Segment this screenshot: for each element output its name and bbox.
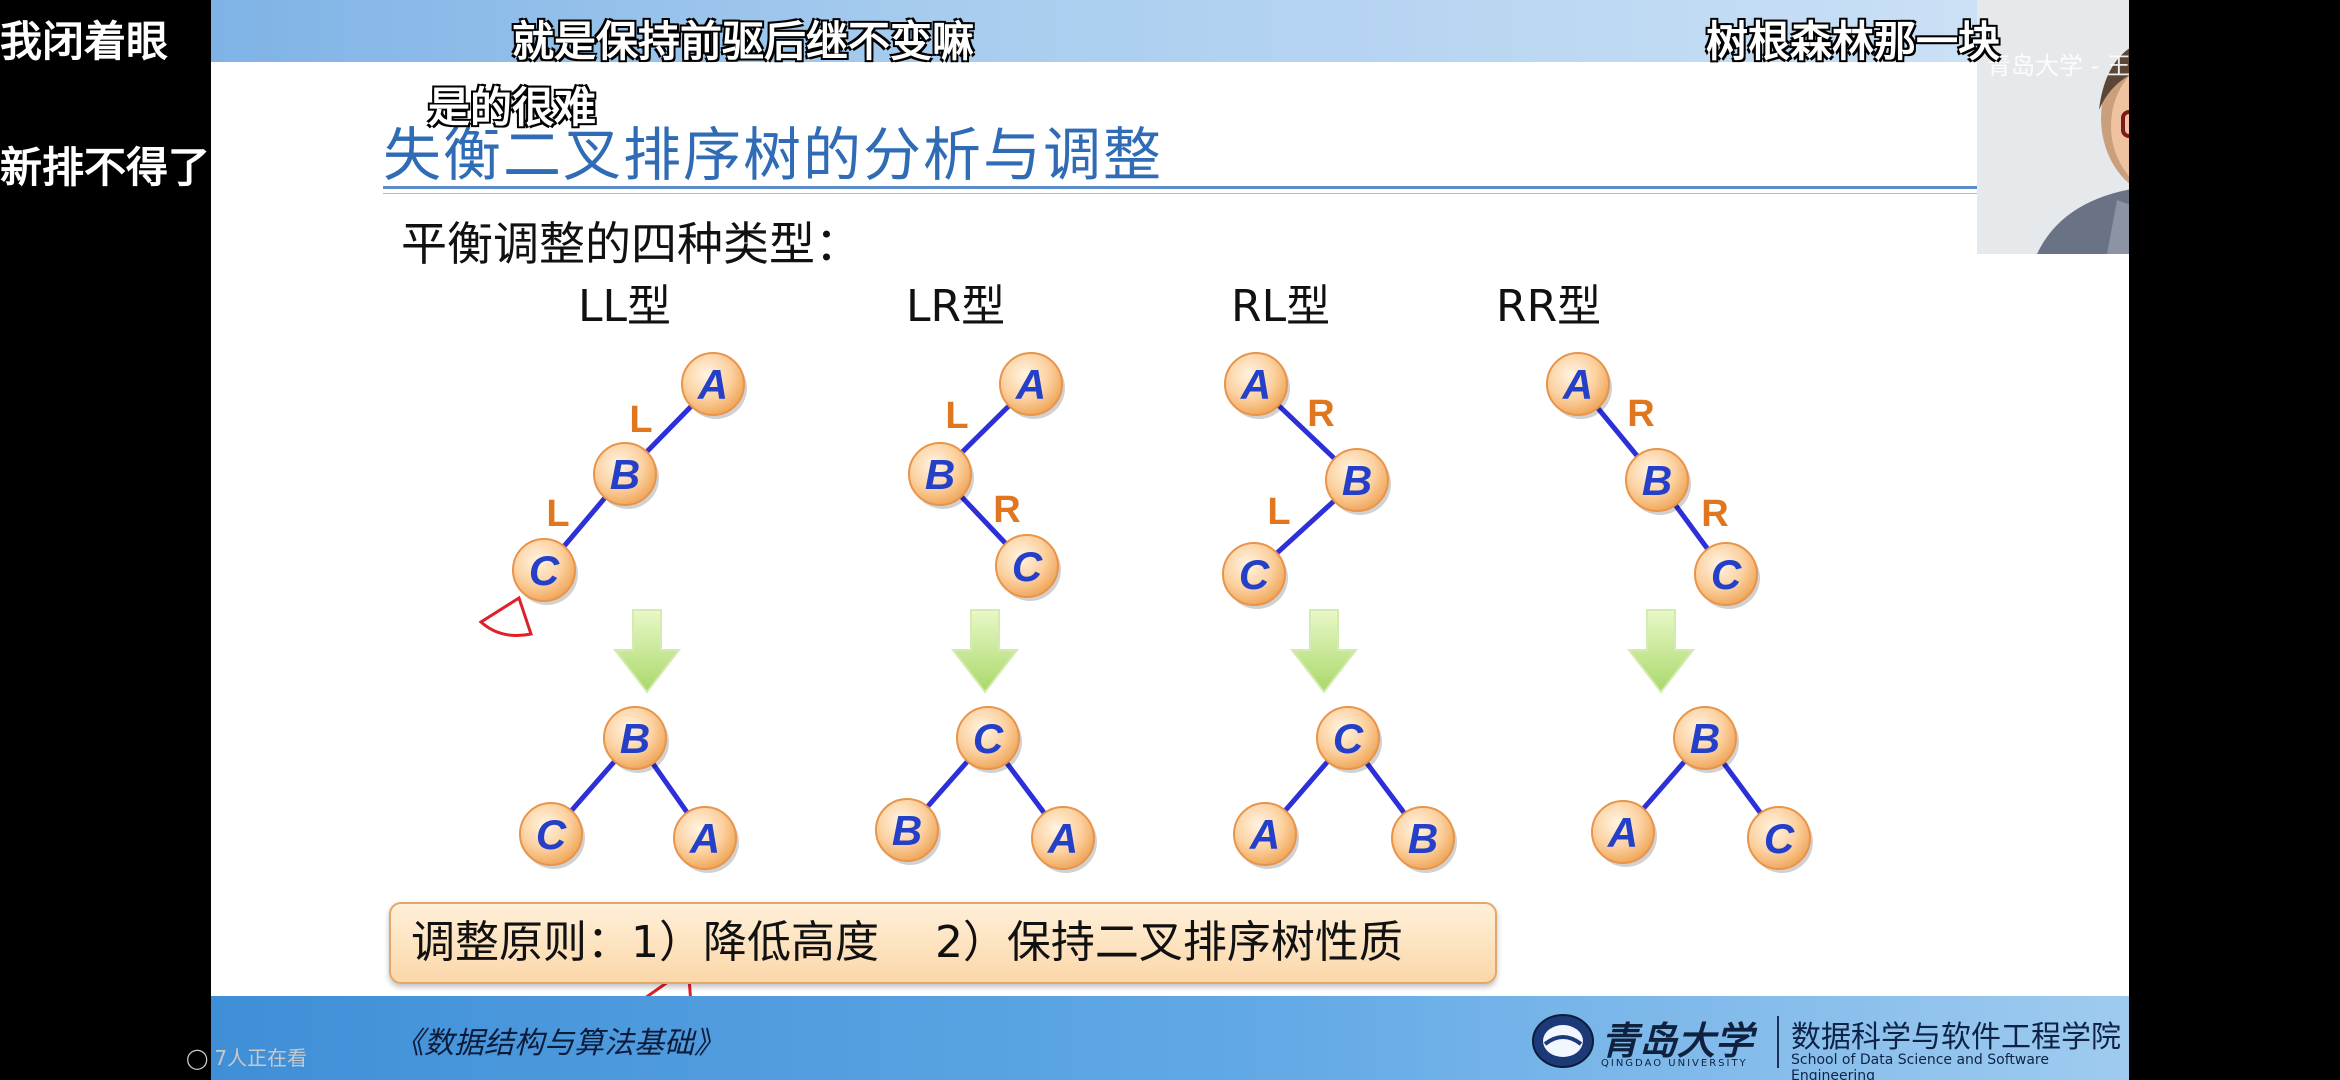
svg-text:B: B xyxy=(1408,815,1438,862)
danmaku-comment: 树根森林那一块 xyxy=(1706,17,2001,66)
svg-text:C: C xyxy=(536,811,567,858)
university-emblem-icon xyxy=(1532,1014,1594,1068)
svg-text:B: B xyxy=(1690,715,1720,762)
edge-direction-label: L xyxy=(546,493,569,535)
svg-text:B: B xyxy=(1642,457,1672,504)
school-name-cn: 数据科学与软件工程学院 xyxy=(1791,1020,2121,1055)
university-name-en: QINGDAO UNIVERSITY xyxy=(1601,1058,1748,1069)
tree-node: C xyxy=(519,802,585,869)
svg-text:C: C xyxy=(1012,543,1043,590)
university-name: 青岛大学 xyxy=(1601,1018,1754,1063)
svg-text:A: A xyxy=(1607,809,1638,856)
svg-text:A: A xyxy=(1562,361,1593,408)
tree-node: B xyxy=(875,798,941,865)
tree-node: A xyxy=(1233,802,1299,869)
tree-node: B xyxy=(1625,448,1691,515)
tree-node: A xyxy=(999,352,1065,419)
svg-text:A: A xyxy=(1015,361,1046,408)
svg-text:A: A xyxy=(1047,815,1078,862)
viewer-count: ◯ 7人正在看 xyxy=(186,1042,307,1071)
svg-text:C: C xyxy=(1333,715,1364,762)
viewers-icon: ◯ xyxy=(186,1046,209,1070)
danmaku-comment: 就是保持前驱后继不变嘛 xyxy=(512,17,975,66)
tree-node: B xyxy=(1391,806,1457,873)
danmaku-comment: 是的很难 xyxy=(428,83,597,132)
svg-text:B: B xyxy=(620,715,650,762)
svg-text:C: C xyxy=(1711,551,1742,598)
svg-text:B: B xyxy=(1342,457,1372,504)
school-name-en: School of Data Science and Software Engi… xyxy=(1791,1052,2049,1080)
rotation-arrow-icon xyxy=(1626,609,1696,694)
tree-node: C xyxy=(1747,806,1813,873)
university-logo-area: 青岛大学 QINGDAO UNIVERSITY 数据科学与软件工程学院 Scho… xyxy=(1521,1006,2121,1080)
svg-text:B: B xyxy=(925,451,955,498)
svg-text:C: C xyxy=(973,715,1004,762)
edge-direction-label: L xyxy=(1267,491,1290,533)
viewer-count-text: 7人正在看 xyxy=(214,1046,308,1070)
edge-direction-label: R xyxy=(1307,393,1334,435)
logo-divider xyxy=(1777,1016,1779,1068)
edge-direction-label: L xyxy=(945,395,968,437)
webcam-caption: 青岛大学 - 王卓 xyxy=(1987,52,2129,80)
tree-node: A xyxy=(1031,806,1097,873)
danmaku-comment: 我闭着眼 xyxy=(0,17,169,66)
svg-text:A: A xyxy=(1240,361,1271,408)
edge-direction-label: R xyxy=(1701,493,1728,535)
svg-text:C: C xyxy=(1239,551,1270,598)
tree-node: C xyxy=(1694,542,1760,609)
tree-node: C xyxy=(995,534,1061,601)
svg-text:A: A xyxy=(689,815,720,862)
course-name: 《数据结构与算法基础》 xyxy=(394,1026,724,1061)
edge-direction-label: R xyxy=(1627,393,1654,435)
tree-node: A xyxy=(1224,352,1290,419)
svg-text:A: A xyxy=(697,361,728,408)
rotation-arrow-icon xyxy=(950,609,1020,694)
svg-text:C: C xyxy=(1764,815,1795,862)
pen-annotation-icon xyxy=(478,595,533,637)
edge-direction-label: R xyxy=(993,489,1020,531)
rotation-arrow-icon xyxy=(1289,609,1359,694)
svg-text:B: B xyxy=(610,451,640,498)
tree-node: C xyxy=(512,538,578,605)
danmaku-comment: 新排不得了 xyxy=(0,143,211,192)
tree-node: A xyxy=(673,806,739,873)
svg-text:C: C xyxy=(529,547,560,594)
rotation-arrow-icon xyxy=(612,609,682,694)
tree-node: A xyxy=(1591,800,1657,867)
slide: 失衡二叉排序树的分析与调整 平衡调整的四种类型： LL型 LR型 RL型 RR型… xyxy=(211,0,2129,1080)
tree-node: B xyxy=(1325,448,1391,515)
svg-text:A: A xyxy=(1249,811,1280,858)
adjustment-principle-box: 调整原则：1）降低高度 2）保持二叉排序树性质 xyxy=(389,902,1497,984)
svg-text:B: B xyxy=(892,807,922,854)
edge-direction-label: L xyxy=(629,399,652,441)
tree-node: A xyxy=(1546,352,1612,419)
